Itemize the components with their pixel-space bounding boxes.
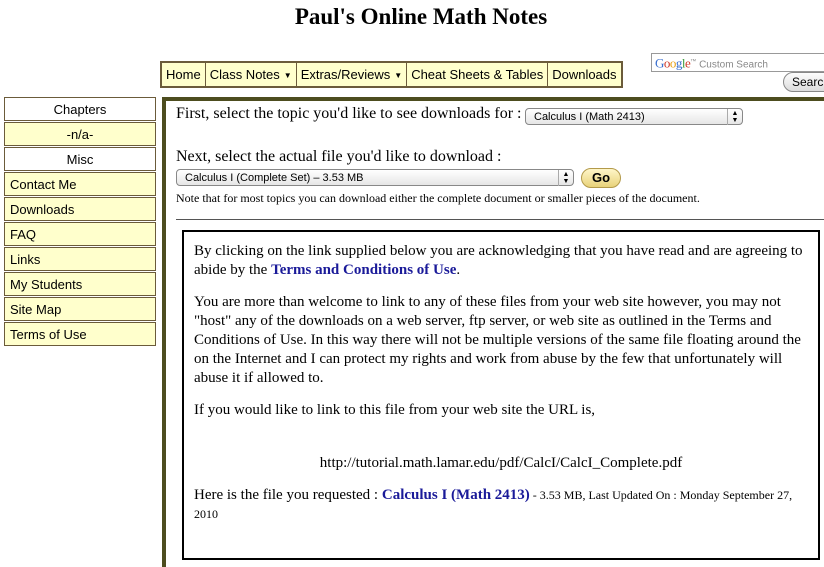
sidebar-item-downloads[interactable]: Downloads (4, 197, 156, 221)
requested-file: Here is the file you requested : Calculu… (194, 487, 793, 521)
sidebar-item-site-map[interactable]: Site Map (4, 297, 156, 321)
sidebar-heading-chapters: Chapters (4, 97, 156, 121)
nav-class-notes[interactable]: Class Notes ▼ (205, 62, 297, 87)
select-arrows-icon: ▲ ▼ (727, 109, 742, 125)
trademark-mark: ™ (690, 59, 697, 65)
go-button[interactable]: Go (581, 168, 621, 188)
select-arrows-icon: ▲ ▼ (558, 170, 573, 186)
topic-select-value: Calculus I (Math 2413) (534, 111, 645, 123)
terms-notice: By clicking on the link supplied below y… (182, 230, 820, 560)
main-panel: First, select the topic you'd like to se… (162, 97, 824, 567)
file-select[interactable]: Calculus I (Complete Set) – 3.53 MB ▲ ▼ (176, 169, 574, 186)
file-url: http://tutorial.math.lamar.edu/pdf/CalcI… (319, 455, 683, 471)
download-note: Note that for most topics you can downlo… (176, 191, 700, 205)
file-prompt: Next, select the actual file you'd like … (176, 148, 502, 165)
nav-class-notes-label: Class Notes (209, 67, 280, 82)
site-title: Paul's Online Math Notes (294, 4, 548, 29)
caret-down-icon: ▼ (394, 71, 403, 81)
sidebar-item-my-students[interactable]: My Students (4, 272, 156, 296)
file-select-value: Calculus I (Complete Set) – 3.53 MB (185, 172, 364, 184)
nav-extras-reviews[interactable]: Extras/Reviews ▼ (296, 62, 408, 87)
caret-down-icon: ▼ (283, 71, 292, 81)
sidebar-chapters-na: -n/a- (4, 122, 156, 146)
sidebar: Chapters -n/a- Misc Contact Me Downloads… (4, 97, 156, 347)
nav-home[interactable]: Home (161, 62, 206, 87)
file-download-link[interactable]: Calculus I (Math 2413) (382, 487, 530, 503)
top-nav: Home Class Notes ▼ Extras/Reviews ▼ Cheat … (160, 61, 623, 88)
sidebar-item-contact-me[interactable]: Contact Me (4, 172, 156, 196)
sidebar-item-terms-of-use[interactable]: Terms of Use (4, 322, 156, 346)
search-button[interactable]: Search (783, 72, 824, 92)
topic-prompt: First, select the topic you'd like to se… (176, 105, 522, 122)
search-placeholder: Custom Search (699, 59, 768, 71)
nav-downloads[interactable]: Downloads (548, 62, 622, 87)
notice-paragraph-1: By clicking on the link supplied below y… (194, 243, 803, 278)
search-input[interactable]: Google™ Custom Search (651, 53, 824, 72)
sidebar-item-faq[interactable]: FAQ (4, 222, 156, 246)
terms-link[interactable]: Terms and Conditions of Use (271, 262, 456, 278)
topic-select[interactable]: Calculus I (Math 2413) ▲ ▼ (525, 108, 743, 125)
nav-cheat-sheets[interactable]: Cheat Sheets & Tables (407, 62, 549, 87)
notice-paragraph-2: You are more than welcome to link to any… (194, 294, 801, 386)
divider (176, 219, 824, 220)
google-logo: Google (655, 55, 691, 71)
nav-extras-label: Extras/Reviews (300, 67, 391, 82)
notice-paragraph-3: If you would like to link to this file f… (194, 402, 596, 418)
sidebar-item-links[interactable]: Links (4, 247, 156, 271)
sidebar-heading-misc: Misc (4, 147, 156, 171)
